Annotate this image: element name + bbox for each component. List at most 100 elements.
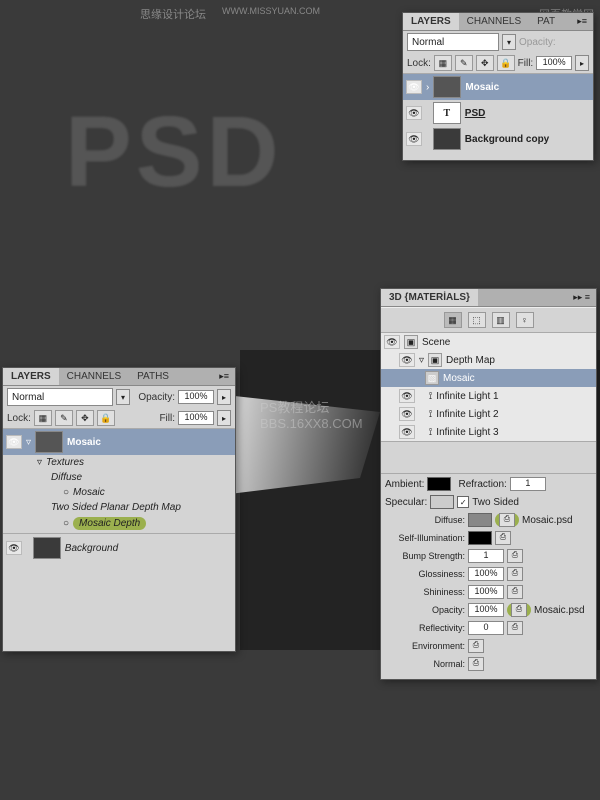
tree-label: Mosaic	[443, 373, 475, 384]
reflect-input[interactable]: 0	[468, 621, 504, 635]
layer-row[interactable]: 👁 ▿ Mosaic	[3, 429, 235, 455]
tree-label: Infinite Light 3	[436, 427, 498, 438]
two-sided-checkbox[interactable]: ✓	[457, 496, 469, 508]
diffuse-file: Mosaic.psd	[522, 515, 573, 526]
texture-icon[interactable]: ⎙	[495, 531, 511, 545]
layer-row[interactable]: 👁 Background	[3, 535, 235, 561]
lock-all-icon[interactable]: 🔒	[97, 410, 115, 426]
filter-scene-icon[interactable]: ▦	[444, 312, 462, 328]
texture-icon[interactable]: ⎙	[468, 657, 484, 671]
tab-layers[interactable]: LAYERS	[403, 13, 459, 30]
tree-item[interactable]: 👁 ⟟ Infinite Light 2	[381, 405, 596, 423]
tab-paths[interactable]: PAT	[529, 13, 563, 30]
env-label: Environment:	[385, 641, 465, 651]
watermark: 思缘设计论坛	[140, 6, 206, 22]
panel-menu-icon[interactable]: ▸≡	[213, 368, 235, 385]
tab-layers[interactable]: LAYERS	[3, 368, 59, 385]
layer-row[interactable]: 👁 T PSD	[403, 100, 593, 126]
texture-icon[interactable]: ⎙	[507, 621, 523, 635]
tree-item[interactable]: ○ Mosaic	[3, 485, 235, 500]
lock-transparent-icon[interactable]: ▦	[34, 410, 52, 426]
blend-mode-select[interactable]: Normal	[7, 388, 113, 406]
scene-row[interactable]: 👁 ▣ Scene	[381, 333, 596, 351]
text-layer-icon: T	[433, 102, 461, 124]
lock-all-icon[interactable]: 🔒	[497, 55, 515, 71]
tree-item[interactable]: 👁 ▿ ▣ Depth Map	[381, 351, 596, 369]
panel-menu-icon[interactable]: ▸▸ ≡	[567, 289, 596, 306]
texture-icon[interactable]: ⎙	[468, 639, 484, 653]
tree-item[interactable]: 👁 ⟟ Infinite Light 1	[381, 387, 596, 405]
tree-item[interactable]: 👁 ⟟ Infinite Light 3	[381, 423, 596, 441]
texture-icon[interactable]: ⎙	[507, 549, 523, 563]
reflect-label: Reflectivity:	[385, 623, 465, 633]
tree-label-highlighted: Mosaic Depth	[73, 517, 146, 530]
fill-label: Fill:	[518, 58, 534, 69]
diffuse-swatch[interactable]	[468, 513, 492, 527]
tab-channels[interactable]: CHANNELS	[59, 368, 129, 385]
layer-row[interactable]: 👁 › Mosaic	[403, 74, 593, 100]
visibility-icon[interactable]: 👁	[406, 80, 422, 94]
lock-pixels-icon[interactable]: ✎	[55, 410, 73, 426]
opacity-arrow[interactable]: ▸	[217, 389, 231, 405]
tree-item-selected[interactable]: ▧ Mosaic	[381, 369, 596, 387]
lock-position-icon[interactable]: ✥	[76, 410, 94, 426]
visibility-icon[interactable]: 👁	[384, 335, 400, 349]
gloss-input[interactable]: 100%	[468, 567, 504, 581]
visibility-icon[interactable]: 👁	[6, 435, 22, 449]
disclosure-icon[interactable]: ▿	[37, 457, 42, 468]
disclosure-icon[interactable]: ▿	[26, 437, 31, 448]
filter-mesh-icon[interactable]: ⬚	[468, 312, 486, 328]
tree-label: Depth Map	[446, 355, 495, 366]
disclosure-icon[interactable]: ▿	[419, 355, 424, 366]
dropdown-icon[interactable]: ▾	[116, 389, 130, 405]
filter-lights-icon[interactable]: ♀	[516, 312, 534, 328]
texture-icon[interactable]: ⎙	[507, 585, 523, 599]
layer-thumb	[433, 128, 461, 150]
texture-icon[interactable]: ⎙	[511, 603, 527, 617]
refraction-input[interactable]: 1	[510, 477, 546, 491]
self-illum-label: Self-Illumination:	[385, 533, 465, 543]
dropdown-icon[interactable]: ▾	[502, 34, 516, 50]
fill-label: Fill:	[159, 413, 175, 424]
fill-arrow[interactable]: ▸	[575, 55, 589, 71]
visibility-icon[interactable]: 👁	[399, 407, 415, 421]
ambient-label: Ambient:	[385, 479, 424, 490]
lock-position-icon[interactable]: ✥	[476, 55, 494, 71]
opacity-input[interactable]: 100%	[178, 390, 214, 404]
visibility-icon[interactable]: 👁	[399, 353, 415, 367]
tree-item[interactable]: ▿ Textures	[3, 455, 235, 470]
tab-3d-materials[interactable]: 3D {MATERİALS}	[381, 289, 478, 306]
opacity-file: Mosaic.psd	[534, 605, 585, 616]
tab-channels[interactable]: CHANNELS	[459, 13, 529, 30]
tree-label: Textures	[46, 457, 84, 468]
texture-icon[interactable]: ⎙	[499, 513, 515, 527]
light-icon: ⟟	[429, 409, 433, 420]
lock-transparent-icon[interactable]: ▦	[434, 55, 452, 71]
blend-mode-select[interactable]: Normal	[407, 33, 499, 51]
self-illum-swatch[interactable]	[468, 531, 492, 545]
filter-materials-icon[interactable]: ▥	[492, 312, 510, 328]
fill-input[interactable]: 100%	[178, 411, 214, 425]
two-sided-label: Two Sided	[472, 497, 519, 508]
shine-input[interactable]: 100%	[468, 585, 504, 599]
visibility-icon[interactable]: 👁	[399, 425, 415, 439]
canvas-artwork: PSD	[65, 95, 283, 210]
fill-input[interactable]: 100%	[536, 56, 572, 70]
lock-pixels-icon[interactable]: ✎	[455, 55, 473, 71]
layer-row[interactable]: 👁 Background copy	[403, 126, 593, 152]
texture-icon[interactable]: ⎙	[507, 567, 523, 581]
visibility-icon[interactable]: 👁	[6, 541, 22, 555]
specular-swatch[interactable]	[430, 495, 454, 509]
tab-paths[interactable]: PATHS	[129, 368, 177, 385]
bump-input[interactable]: 1	[468, 549, 504, 563]
opacity-input[interactable]: 100%	[468, 603, 504, 617]
tree-label: Scene	[422, 337, 450, 348]
ambient-swatch[interactable]	[427, 477, 451, 491]
panel-menu-icon[interactable]: ▸≡	[571, 13, 593, 30]
visibility-icon[interactable]: 👁	[406, 106, 422, 120]
visibility-icon[interactable]: 👁	[406, 132, 422, 146]
visibility-icon[interactable]: 👁	[399, 389, 415, 403]
materials-panel: 3D {MATERİALS} ▸▸ ≡ ▦ ⬚ ▥ ♀ 👁 ▣ Scene 👁 …	[380, 288, 597, 680]
fill-arrow[interactable]: ▸	[217, 410, 231, 426]
tree-item[interactable]: ○ Mosaic Depth	[3, 515, 235, 532]
